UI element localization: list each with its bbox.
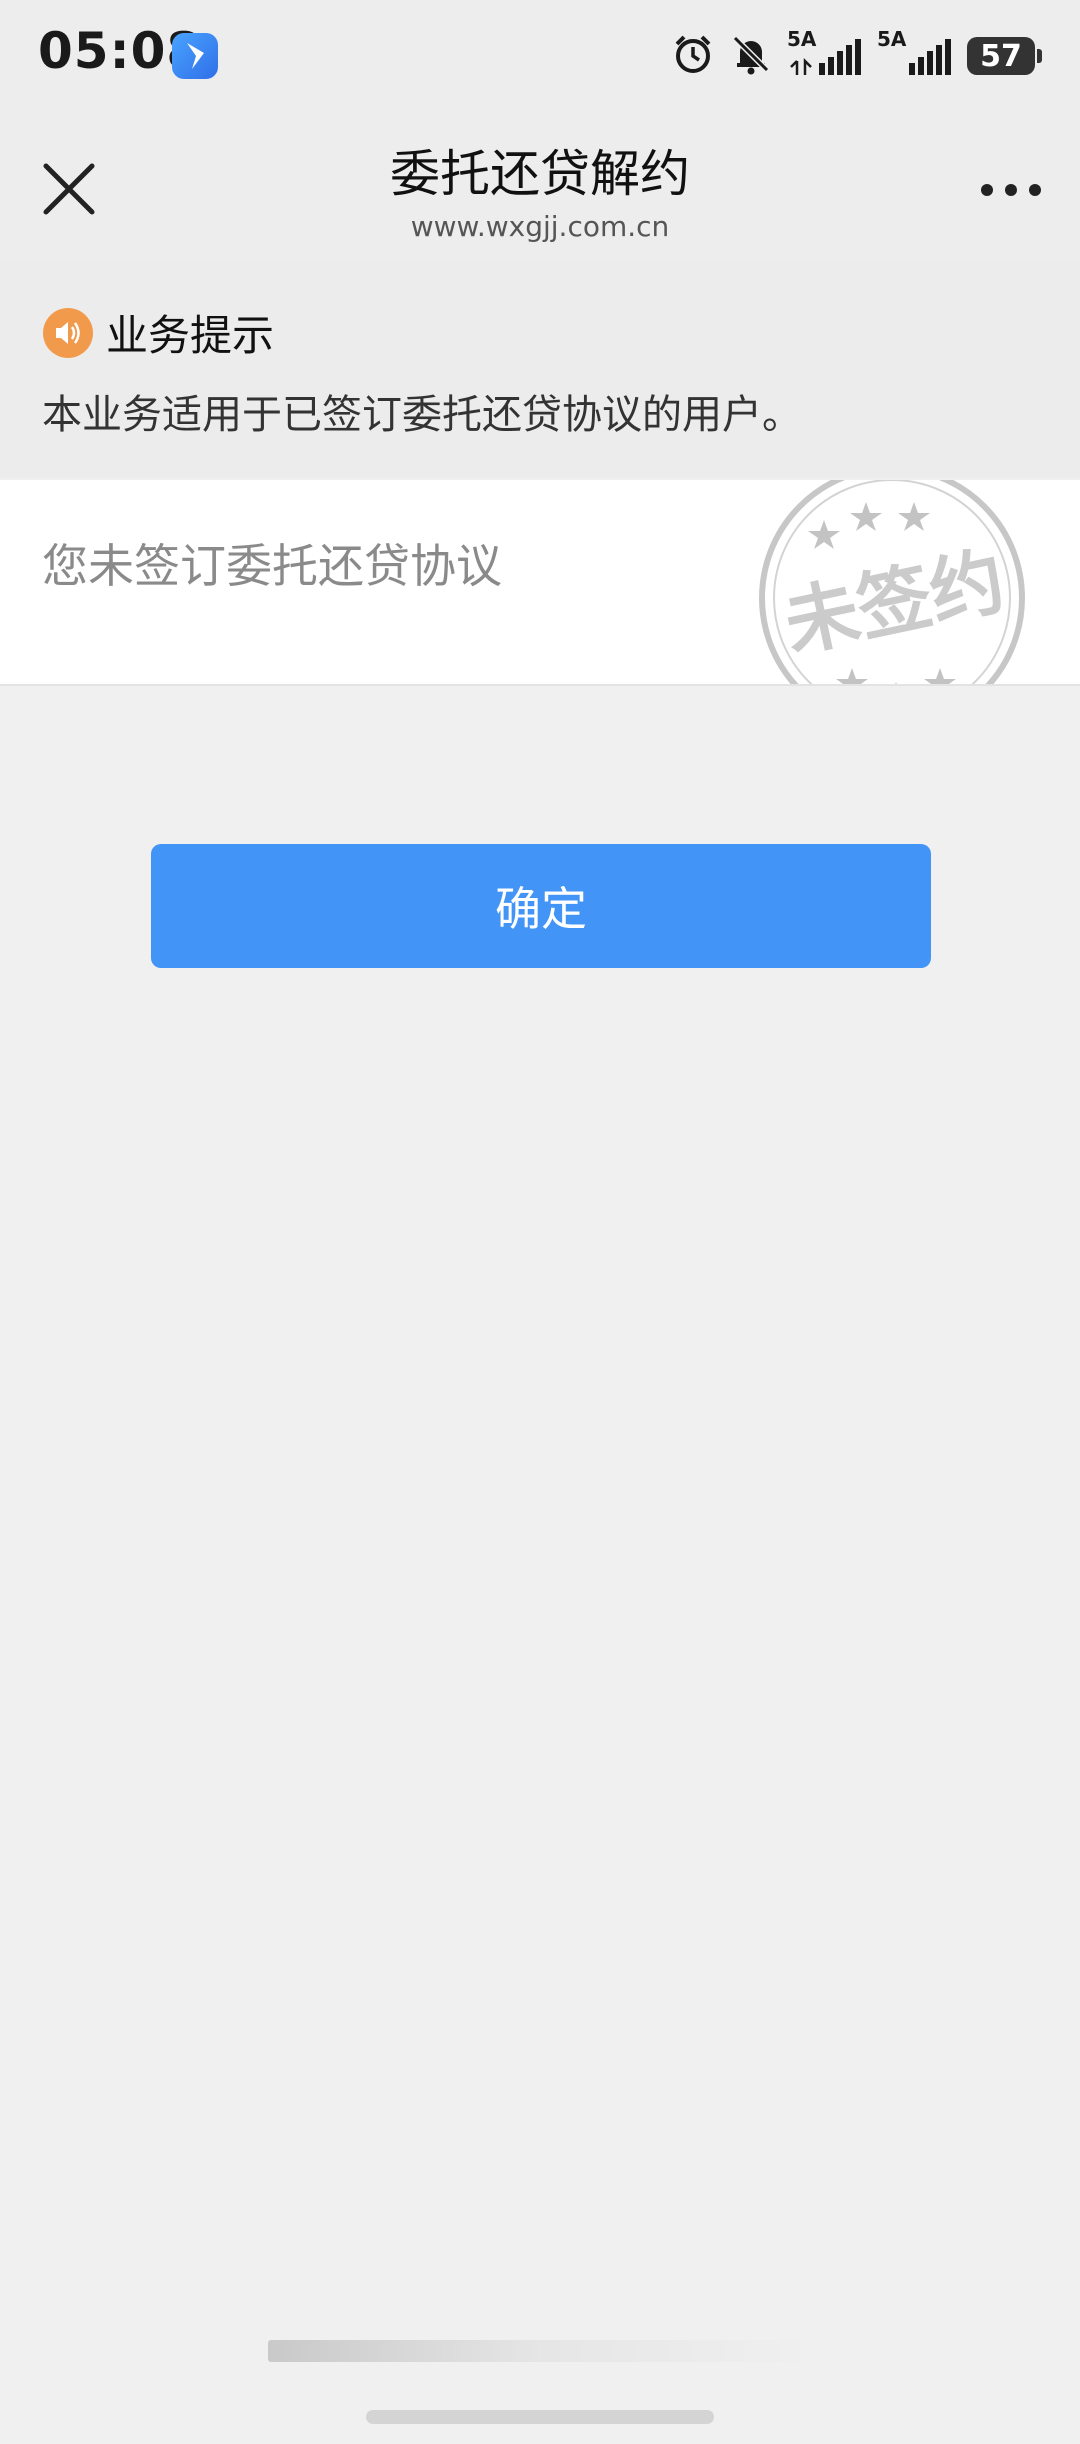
loading-bar (268, 2340, 818, 2362)
mute-bell-icon (729, 32, 773, 80)
signal-icon-2: 5A (877, 27, 953, 79)
signal-icon: 5A (787, 27, 863, 79)
notice-body: 本业务适用于已签订委托还贷协议的用户。 (42, 392, 802, 438)
alarm-icon (671, 32, 715, 80)
unsigned-stamp: 未签约 (754, 480, 1030, 684)
app-badge-icon (172, 33, 218, 79)
more-button[interactable] (972, 165, 1050, 215)
page-url: www.wxgjj.com.cn (410, 210, 670, 243)
home-indicator[interactable] (366, 2410, 714, 2424)
battery-tip (1037, 49, 1042, 63)
notice-title: 业务提示 (106, 311, 275, 360)
page-title: 委托还贷解约 (390, 145, 690, 203)
notice-section: 业务提示 本业务适用于已签订委托还贷协议的用户。 (0, 260, 1080, 478)
status-bar: 05:08 5A 5A 57 (0, 0, 1080, 110)
agreement-status-card: 您未签订委托还贷协议 未签约 (0, 480, 1080, 686)
nav-bar: 委托还贷解约 www.wxgjj.com.cn (0, 110, 1080, 260)
more-icon (981, 184, 1041, 196)
agreement-status-text: 您未签订委托还贷协议 (42, 539, 502, 593)
confirm-button[interactable]: 确定 (151, 844, 931, 968)
status-icons: 5A 5A 57 (671, 27, 1042, 82)
stamp-text: 未签约 (777, 538, 1012, 668)
battery-icon: 57 (967, 37, 1042, 75)
battery-level: 57 (967, 37, 1035, 75)
speaker-icon (42, 307, 94, 359)
